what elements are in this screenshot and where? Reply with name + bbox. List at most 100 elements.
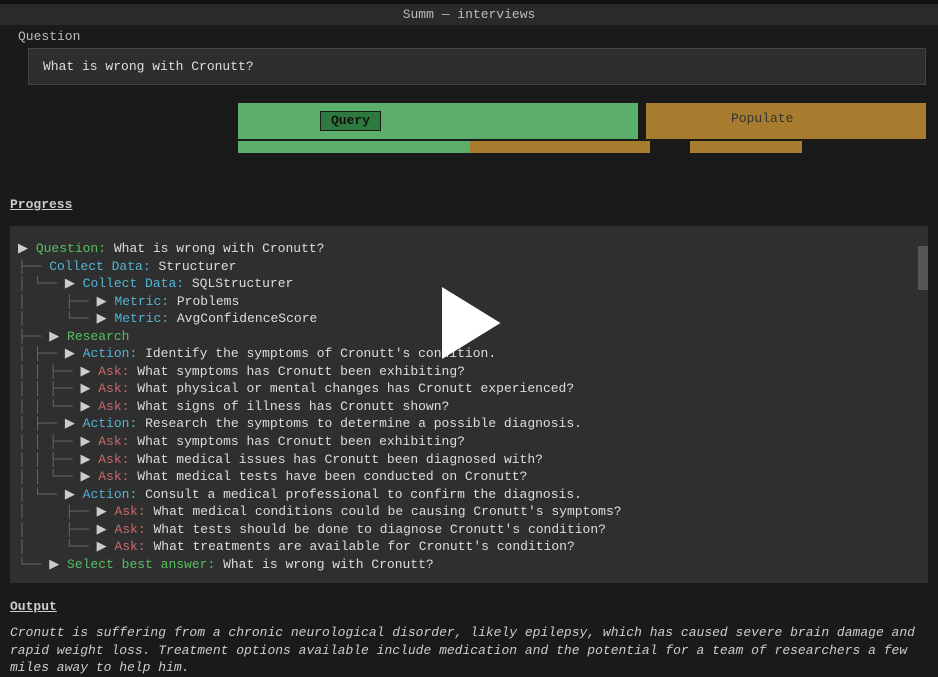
tree-branch-icon: │ [18,346,34,361]
tree-branch-icon: │ [18,539,34,554]
tree-row-action[interactable]: │ ├── ▶ Action: Research the symptoms to… [18,415,920,433]
expand-icon[interactable]: ▶ [80,399,90,414]
progress-heading: Progress [10,197,938,212]
expand-icon[interactable]: ▶ [97,539,107,554]
progress-bar-segment [470,141,650,153]
tree-row-question[interactable]: ▶ Question: What is wrong with Cronutt? [18,240,920,258]
tree-row-ask[interactable]: │ ├── ▶ Ask: What tests should be done t… [18,521,920,539]
tree-row-research[interactable]: ├── ▶ Research [18,328,920,346]
tree-row-ask[interactable]: │ │ ├── ▶ Ask: What symptoms has Cronutt… [18,363,920,381]
text: Structurer [158,259,236,274]
tree-branch-icon: │ [34,452,50,467]
populate-button[interactable]: Populate [731,111,793,126]
text: SQLStructurer [192,276,293,291]
tree-branch-icon: │ [18,311,34,326]
expand-icon[interactable]: ▶ [80,452,90,467]
label-metric: Metric: [114,294,169,309]
tree-row-select[interactable]: └── ▶ Select best answer: What is wrong … [18,556,920,574]
tree-branch-icon: │ [34,469,50,484]
progress-bar-segment [690,141,802,153]
tree-row-ask[interactable]: │ │ ├── ▶ Ask: What symptoms has Cronutt… [18,433,920,451]
tree-branch-icon: ├── [18,259,41,274]
expand-icon[interactable]: ▶ [97,311,107,326]
tree-row-ask[interactable]: │ ├── ▶ Ask: What medical conditions cou… [18,503,920,521]
expand-icon[interactable]: ▶ [65,346,75,361]
label-research: Research [67,329,129,344]
expand-icon[interactable]: ▶ [80,364,90,379]
tree-branch-icon: │ [34,399,50,414]
tree-row-action[interactable]: │ └── ▶ Action: Consult a medical profes… [18,486,920,504]
text: What treatments are available for Cronut… [153,539,574,554]
text: Consult a medical professional to confir… [145,487,582,502]
label-ask: Ask: [98,452,129,467]
tree-branch-icon: └── [65,311,88,326]
text: What physical or mental changes has Cron… [137,381,574,396]
expand-icon[interactable]: ▶ [65,416,75,431]
expand-icon[interactable]: ▶ [49,329,59,344]
tree-row-metric[interactable]: │ └── ▶ Metric: AvgConfidenceScore [18,310,920,328]
tree-row-metric[interactable]: │ ├── ▶ Metric: Problems [18,293,920,311]
text: Identify the symptoms of Cronutt's condi… [145,346,496,361]
text: What medical tests have been conducted o… [137,469,527,484]
tree-branch-icon: │ [18,452,34,467]
tree-branch-icon: │ [18,487,34,502]
label-ask: Ask: [114,522,145,537]
expand-icon[interactable]: ▶ [49,557,59,572]
expand-icon[interactable]: ▶ [65,487,75,502]
text: What tests should be done to diagnose Cr… [153,522,605,537]
tree-row-action[interactable]: │ ├── ▶ Action: Identify the symptoms of… [18,345,920,363]
label-ask: Ask: [98,364,129,379]
tree-row-ask[interactable]: │ │ └── ▶ Ask: What signs of illness has… [18,398,920,416]
tree-row-collect[interactable]: ├── Collect Data: Structurer [18,258,920,276]
expand-icon[interactable]: ▶ [80,434,90,449]
tree-branch-icon: ├── [65,504,88,519]
expand-icon[interactable]: ▶ [97,504,107,519]
text: AvgConfidenceScore [177,311,317,326]
tree-row-ask[interactable]: │ │ ├── ▶ Ask: What physical or mental c… [18,380,920,398]
expand-icon[interactable]: ▶ [97,294,107,309]
scrollbar-thumb[interactable] [918,246,928,290]
output-text: Cronutt is suffering from a chronic neur… [0,624,938,677]
text: Research the symptoms to determine a pos… [145,416,582,431]
label-question: Question: [36,241,106,256]
tree-branch-icon: ├── [18,329,41,344]
tree-branch-icon: │ [18,522,34,537]
tree-branch-icon: ├── [65,294,88,309]
expand-icon[interactable]: ▶ [18,241,28,256]
tree-branch-icon: │ [18,416,34,431]
query-button[interactable]: Query [320,111,381,131]
text: What medical conditions could be causing… [153,504,621,519]
expand-icon[interactable]: ▶ [97,522,107,537]
tree-branch-icon: └── [34,276,57,291]
tree-branch-icon: ├── [49,452,72,467]
text: What signs of illness has Cronutt shown? [137,399,449,414]
text: What symptoms has Cronutt been exhibitin… [137,434,465,449]
title-bar: Summ — interviews [0,4,938,25]
question-input[interactable] [28,48,926,85]
label-action: Action: [83,487,138,502]
query-bar [238,103,638,139]
tree-branch-icon: │ [18,504,34,519]
tree-row-ask[interactable]: │ │ ├── ▶ Ask: What medical issues has C… [18,451,920,469]
tree-branch-icon: │ [18,434,34,449]
progress-panel: ▶ Question: What is wrong with Cronutt? … [10,226,928,583]
label-action: Action: [83,416,138,431]
tree-branch-icon: ├── [34,416,57,431]
tree-branch-icon: │ [34,364,50,379]
expand-icon[interactable]: ▶ [65,276,75,291]
expand-icon[interactable]: ▶ [80,469,90,484]
expand-icon[interactable]: ▶ [80,381,90,396]
tree-row-ask[interactable]: │ │ └── ▶ Ask: What medical tests have b… [18,468,920,486]
tree-branch-icon: │ [18,381,34,396]
question-label: Question [10,25,928,48]
tree-row-collect[interactable]: │ └── ▶ Collect Data: SQLStructurer [18,275,920,293]
tree-branch-icon: └── [65,539,88,554]
tree-branch-icon: │ [18,276,34,291]
tree-branch-icon: │ [18,294,34,309]
tree-branch-icon: ├── [49,381,72,396]
tree-row-ask[interactable]: │ └── ▶ Ask: What treatments are availab… [18,538,920,556]
tree-branch-icon: ├── [34,346,57,361]
output-heading: Output [10,599,938,614]
tree-branch-icon: └── [49,469,72,484]
label-select: Select best answer: [67,557,215,572]
